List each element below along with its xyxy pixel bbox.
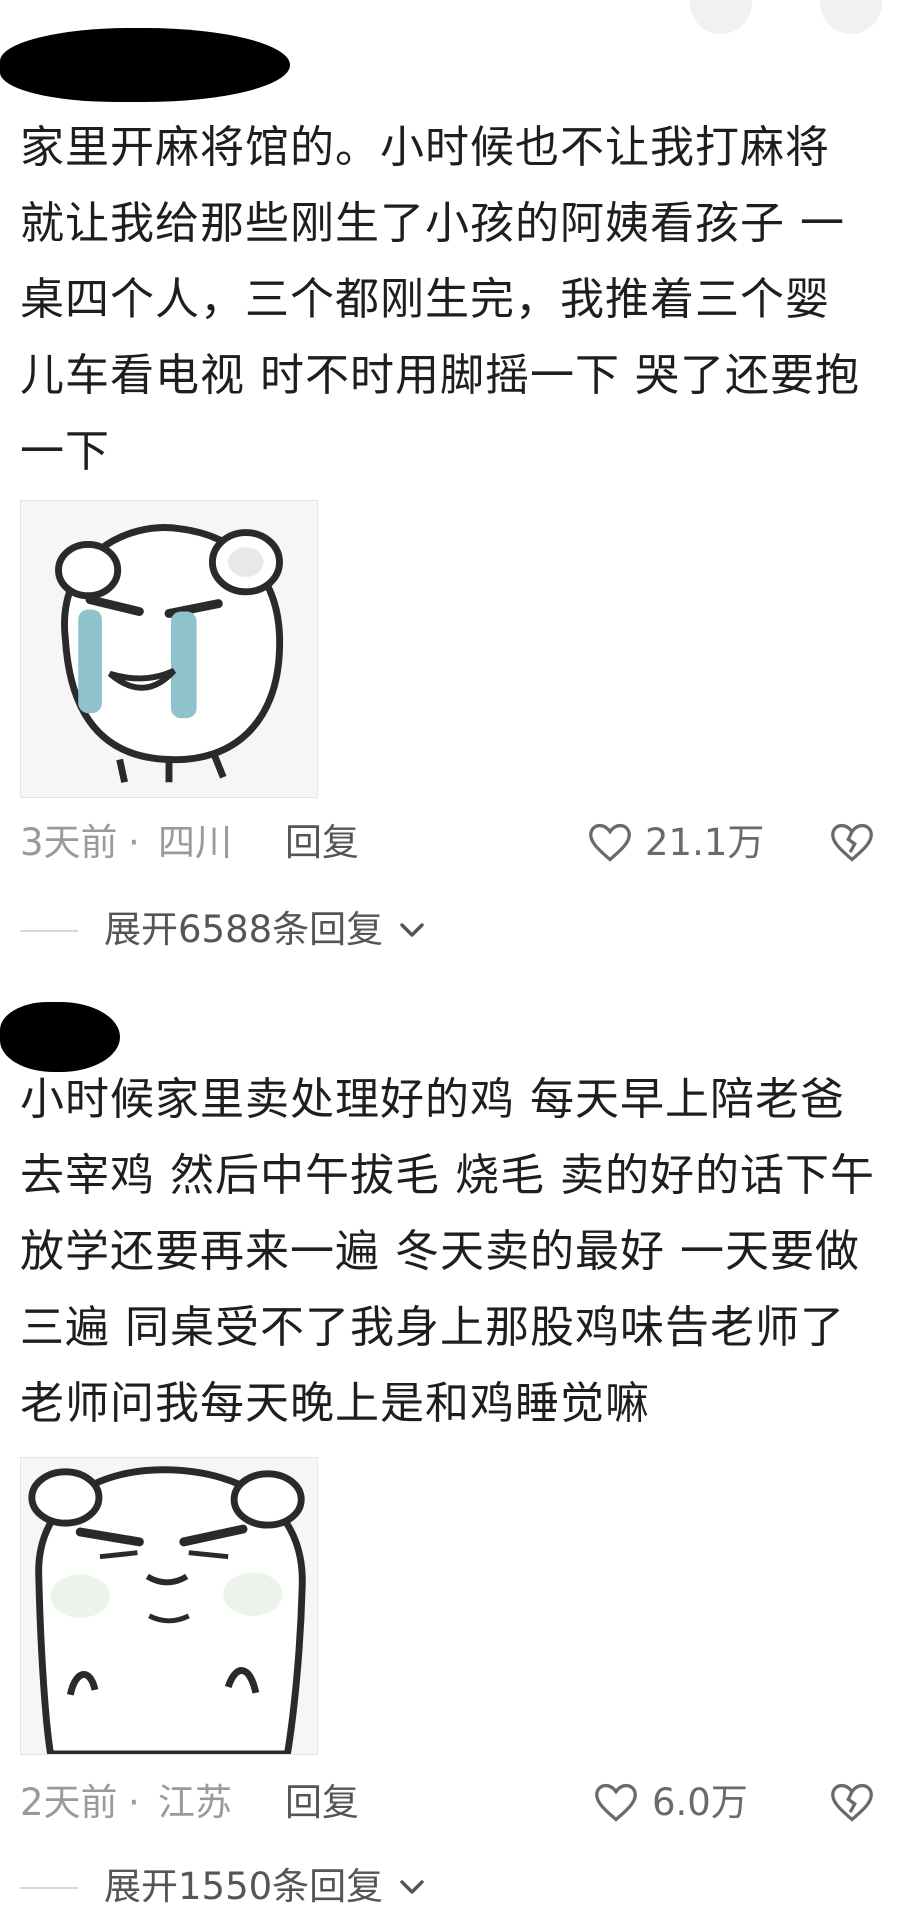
- expand-replies[interactable]: 展开1550条回复: [20, 1862, 440, 1912]
- chevron-down-icon: [400, 923, 424, 937]
- top-action-button-right[interactable]: [820, 0, 882, 34]
- like-count: 6.0万: [652, 1781, 748, 1824]
- reply-button[interactable]: 回复: [285, 1778, 359, 1828]
- expand-replies-label: 展开1550条回复: [104, 1865, 384, 1908]
- expand-divider: [20, 1887, 78, 1889]
- meta-separator: ·: [128, 1781, 140, 1824]
- dislike-broken-heart-icon[interactable]: [830, 1782, 874, 1824]
- expand-replies-label: 展开6588条回复: [104, 908, 384, 951]
- heart-icon[interactable]: [594, 1782, 638, 1824]
- like-count: 21.1万: [645, 821, 765, 864]
- comment-meta: 3天前 · 四川 回复 21.1万: [20, 818, 899, 868]
- comment-location: 四川: [158, 821, 232, 864]
- redacted-username: [0, 28, 290, 102]
- comment-time: 3天前: [20, 821, 118, 864]
- meta-separator: ·: [128, 821, 140, 864]
- dislike-broken-heart-icon[interactable]: [830, 822, 874, 864]
- expand-replies[interactable]: 展开6588条回复: [20, 905, 440, 955]
- top-action-button-left[interactable]: [690, 0, 752, 34]
- chevron-down-icon: [400, 1880, 424, 1894]
- comment-text: 家里开麻将馆的。小时候也不让我打麻将 就让我给那些刚生了小孩的阿姨看孩子 一 桌…: [20, 122, 860, 477]
- expand-divider: [20, 930, 78, 932]
- grumpy-bear-image: [21, 1458, 317, 1754]
- heart-icon[interactable]: [588, 822, 632, 864]
- crying-bear-sticker[interactable]: [20, 500, 318, 798]
- comment-meta: 2天前 · 江苏 回复 6.0万: [20, 1778, 899, 1828]
- comment-location: 江苏: [158, 1781, 232, 1824]
- comment-text: 小时候家里卖处理好的鸡 每天早上陪老爸 去宰鸡 然后中午拔毛 烧毛 卖的好的话下…: [20, 1074, 875, 1429]
- grumpy-bear-sticker[interactable]: [20, 1457, 318, 1755]
- comment-time: 2天前: [20, 1781, 118, 1824]
- reply-button[interactable]: 回复: [285, 818, 359, 868]
- crying-bear-image: [21, 501, 317, 797]
